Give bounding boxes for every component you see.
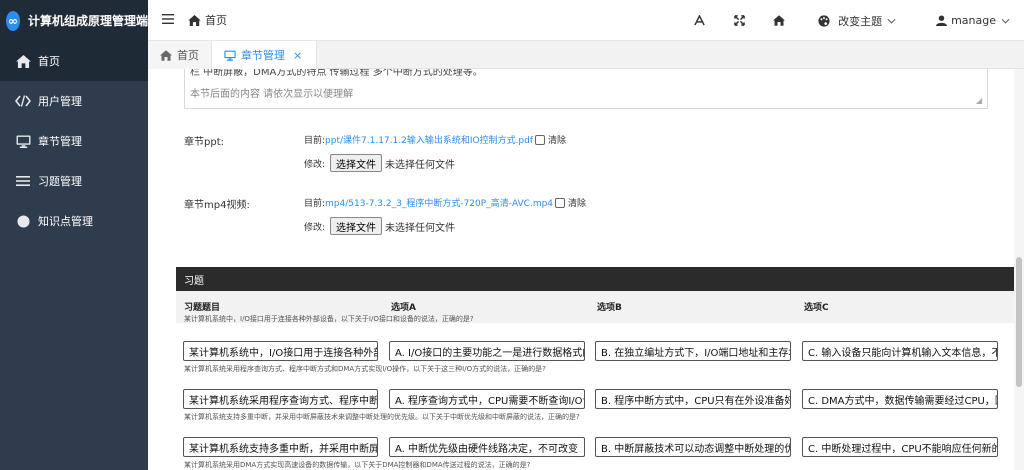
breadcrumb-label: 首页 — [205, 14, 227, 27]
textarea-line: 栏 中断屏蔽，DMA方式的特点 传输过程 多个中断方式的处理等。 — [190, 69, 483, 78]
code-icon — [13, 95, 33, 107]
close-icon[interactable]: × — [293, 49, 302, 62]
top-bar: 首页 改变主题 manage — [148, 0, 1024, 41]
resize-handle-icon[interactable]: ◢ — [976, 97, 984, 105]
theme-label: 改变主题 — [838, 14, 883, 28]
exercise-row: 某计算机系统采用程序查询方式、程序中断方 A. 程序查询方式中，CPU需要不断查… — [176, 371, 1014, 421]
sidebar-item-label: 习题管理 — [38, 175, 82, 188]
column-header-option-c: 选项C — [804, 303, 829, 313]
sidebar-item-chapters[interactable]: 章节管理 — [0, 121, 148, 161]
sidebar-item-label: 知识点管理 — [38, 215, 93, 228]
clear-label: 清除 — [568, 199, 587, 209]
user-label: manage — [951, 14, 996, 27]
ppt-current: 目前: ppt/课件7.1.17.1.2输入输出系统和IO控制方式.pdf 清除 — [304, 133, 566, 146]
sidebar-item-knowledge[interactable]: 知识点管理 — [0, 201, 148, 241]
column-header-option-b: 选项B — [597, 303, 622, 313]
question-input[interactable]: 某计算机系统中，I/O接口用于连接各种外部设 — [183, 341, 378, 361]
fullscreen-icon[interactable] — [730, 15, 748, 26]
exercises-section-header: 习题 — [176, 267, 1014, 291]
clear-label: 清除 — [548, 136, 567, 146]
monitor-icon — [13, 134, 33, 148]
textarea-line: 本节后面的内容 请依次显示以便理解 — [190, 89, 354, 100]
hamburger-icon[interactable] — [162, 12, 182, 28]
video-field: 章节mp4视频: 目前: mp4/513-7.3.2_3_程序中断方式-720P… — [184, 196, 586, 235]
option-b-input[interactable]: B. 在独立编址方式下，I/O端口地址和主存地址 — [595, 341, 791, 361]
ppt-field: 章节ppt: 目前: ppt/课件7.1.17.1.2输入输出系统和IO控制方式… — [184, 133, 566, 172]
option-c-input[interactable]: C. 中断处理过程中，CPU不能响应任何新的中 — [802, 437, 998, 457]
scrollbar-thumb[interactable] — [1016, 257, 1022, 387]
video-choose-file-button[interactable]: 选择文件 — [330, 217, 383, 235]
option-b-input[interactable]: B. 程序中断方式中，CPU只有在外设准备好数 — [595, 389, 791, 409]
ppt-file-link[interactable]: ppt/课件7.1.17.1.2输入输出系统和IO控制方式.pdf — [325, 133, 533, 146]
tab-label: 首页 — [177, 49, 199, 62]
question-input[interactable]: 某计算机系统支持多重中断，并采用中断屏蔽 — [183, 437, 378, 457]
user-icon — [936, 15, 948, 26]
brand[interactable]: ∞ 计算机组成原理管理端 — [0, 0, 148, 41]
main-content: 栏 中断屏蔽，DMA方式的特点 传输过程 多个中断方式的处理等。 本节后面的内容… — [148, 69, 1014, 470]
ppt-label: 章节ppt: — [184, 137, 224, 148]
exercise-row: 某计算机系统支持多重中断，并采用中断屏蔽 A. 中断优先级由硬件线路决定，不可改… — [176, 419, 1014, 469]
ppt-controls: 目前: ppt/课件7.1.17.1.2输入输出系统和IO控制方式.pdf 清除… — [304, 133, 566, 172]
video-label: 章节mp4视频: — [184, 200, 250, 211]
home-icon — [188, 14, 201, 26]
palette-icon — [818, 14, 830, 27]
exercise-column-headers: 习题题目 选项A 选项B 选项C 某计算机系统中，I/O接口用于连接各种外部设备… — [176, 291, 1014, 323]
option-a-input[interactable]: A. 程序查询方式中，CPU需要不断查询I/O设备 — [389, 389, 585, 409]
row-note: 某计算机系统采用DMA方式实现高速设备的数据传输，以下关于DMA控制器和DMA传… — [184, 461, 531, 469]
chevron-down-icon — [1001, 18, 1010, 24]
sidebar-item-exercises[interactable]: 习题管理 — [0, 161, 148, 201]
current-prefix: 目前: — [304, 199, 326, 209]
top-actions: 改变主题 manage — [690, 0, 1024, 41]
tab-label: 章节管理 — [241, 49, 285, 62]
option-c-input[interactable]: C. 输入设备只能向计算机输入文本信息，不能 — [802, 341, 998, 361]
video-modify: 修改: 选择文件 未选择任何文件 — [304, 217, 586, 235]
circle-icon — [13, 214, 33, 228]
monitor-icon — [224, 50, 236, 61]
ppt-modify: 修改: 选择文件 未选择任何文件 — [304, 154, 566, 172]
ppt-file-status: 未选择任何文件 — [385, 159, 456, 171]
column-header-question: 习题题目 — [184, 303, 221, 313]
font-size-icon[interactable] — [690, 15, 708, 26]
page-scrollbar[interactable] — [1014, 69, 1024, 470]
option-a-input[interactable]: A. I/O接口的主要功能之一是进行数据格式的转 — [389, 341, 585, 361]
modify-label: 修改: — [304, 222, 326, 233]
option-b-input[interactable]: B. 中断屏蔽技术可以动态调整中断处理的优先 — [595, 437, 791, 457]
modify-label: 修改: — [304, 159, 326, 170]
video-file-link[interactable]: mp4/513-7.3.2_3_程序中断方式-720P_高清-AVC.mp4 — [325, 196, 553, 209]
chapter-description-textarea[interactable]: 栏 中断屏蔽，DMA方式的特点 传输过程 多个中断方式的处理等。 本节后面的内容… — [184, 69, 988, 109]
tab-bar: 首页 章节管理 × — [148, 41, 1024, 69]
video-current: 目前: mp4/513-7.3.2_3_程序中断方式-720P_高清-AVC.m… — [304, 196, 586, 209]
tab-chapters[interactable]: 章节管理 × — [212, 41, 318, 69]
sidebar-item-users[interactable]: 用户管理 — [0, 81, 148, 121]
sidebar-item-label: 用户管理 — [38, 95, 82, 108]
chevron-down-icon — [887, 18, 896, 24]
ppt-clear-checkbox[interactable] — [535, 134, 546, 145]
video-controls: 目前: mp4/513-7.3.2_3_程序中断方式-720P_高清-AVC.m… — [304, 196, 586, 235]
home-icon — [160, 49, 172, 61]
sidebar: ∞ 计算机组成原理管理端 首页 用户管理 章节管理 习题管理 知识点管理 — [0, 0, 148, 470]
ppt-choose-file-button[interactable]: 选择文件 — [330, 154, 383, 172]
sidebar-item-label: 章节管理 — [38, 135, 82, 148]
tab-home[interactable]: 首页 — [148, 41, 212, 69]
current-prefix: 目前: — [304, 136, 326, 146]
sidebar-item-label: 首页 — [38, 55, 60, 68]
home-icon — [13, 54, 33, 68]
question-input[interactable]: 某计算机系统采用程序查询方式、程序中断方 — [183, 389, 378, 409]
app-title: 计算机组成原理管理端 — [27, 14, 148, 28]
home-icon[interactable] — [770, 15, 788, 26]
video-file-status: 未选择任何文件 — [385, 222, 456, 234]
column-header-option-a: 选项A — [391, 303, 416, 313]
breadcrumb[interactable]: 首页 — [188, 12, 227, 28]
section-title: 习题 — [184, 275, 204, 287]
video-clear-checkbox[interactable] — [555, 197, 566, 208]
sidebar-item-home[interactable]: 首页 — [0, 41, 148, 81]
user-dropdown[interactable]: manage — [936, 14, 1010, 27]
theme-dropdown[interactable]: 改变主题 — [818, 13, 896, 29]
exercise-row: 某计算机系统中，I/O接口用于连接各种外部设 A. I/O接口的主要功能之一是进… — [176, 323, 1014, 373]
list-icon — [13, 175, 33, 187]
option-a-input[interactable]: A. 中断优先级由硬件线路决定，不可改变 — [389, 437, 585, 457]
option-c-input[interactable]: C. DMA方式中，数据传输需要经过CPU，因此 — [802, 389, 998, 409]
logo-icon: ∞ — [6, 10, 20, 31]
